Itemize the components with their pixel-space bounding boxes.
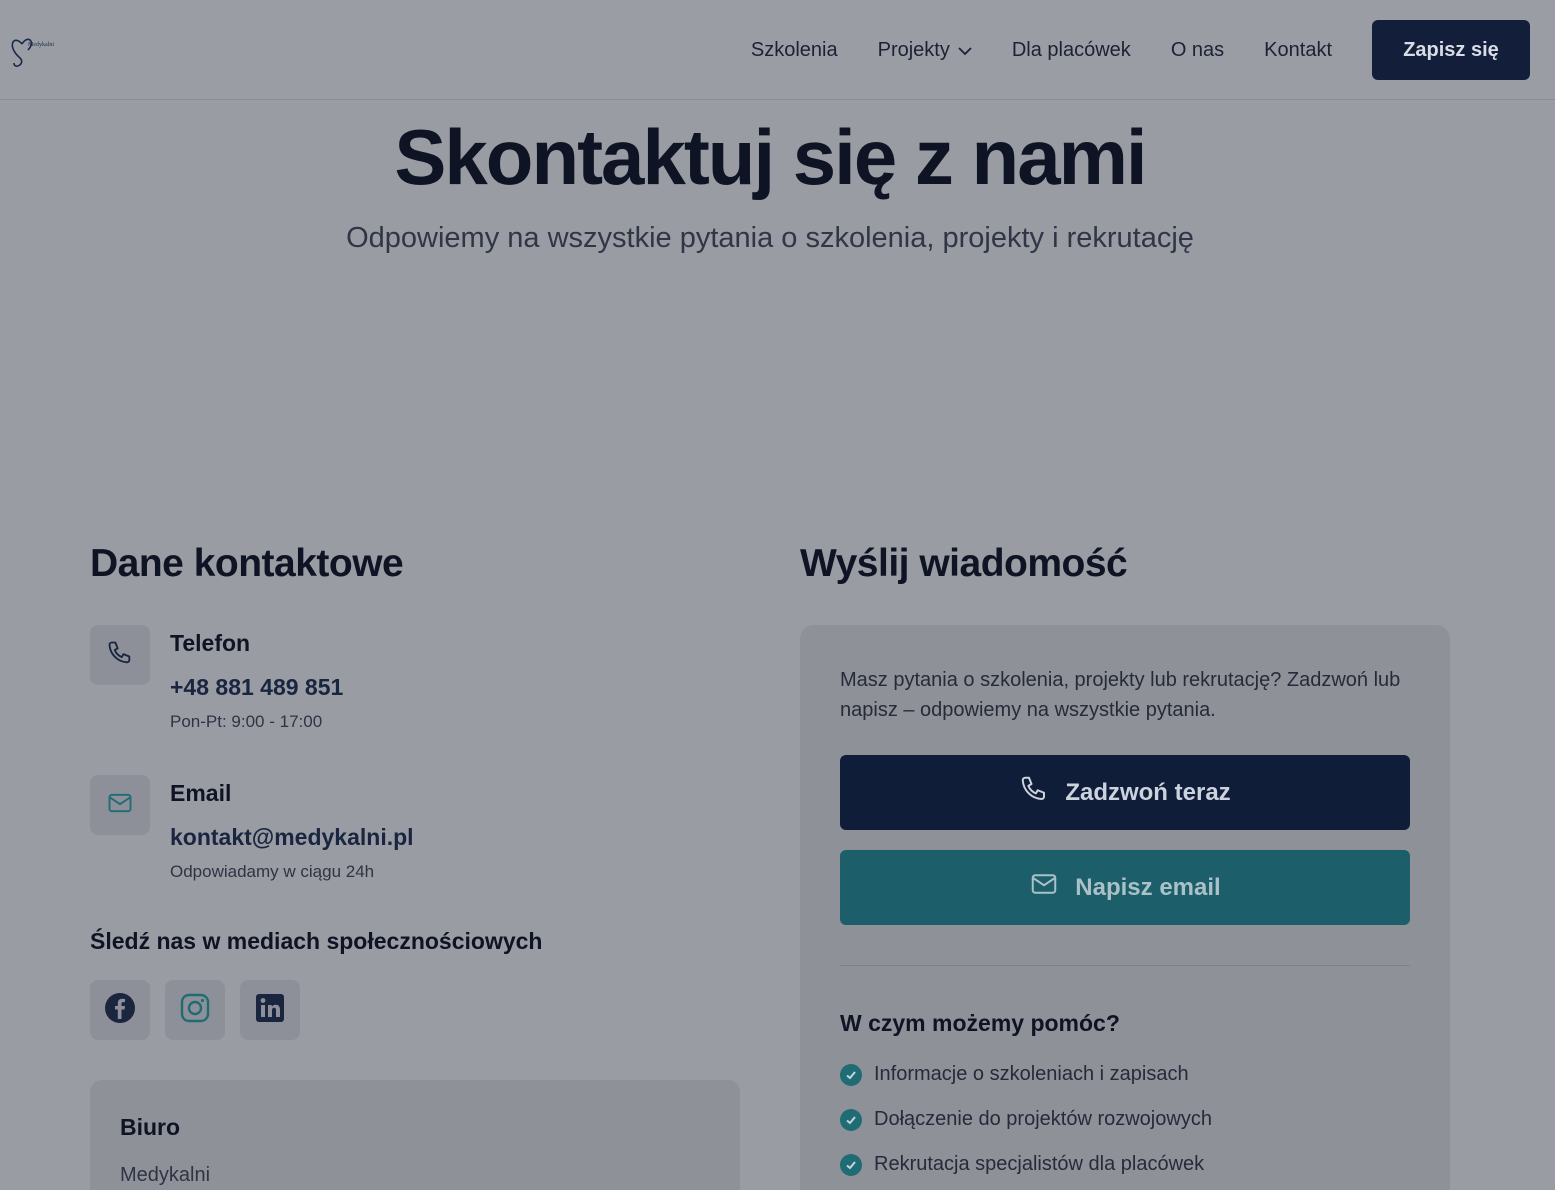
office-title: Biuro xyxy=(120,1114,181,1140)
phone-icon-box xyxy=(90,625,150,685)
contact-section-title: Dane kontaktowe xyxy=(90,542,404,585)
linkedin-icon xyxy=(254,992,286,1029)
help-item-label: Dołączenie do projektów rozwojowych xyxy=(874,1108,1212,1130)
call-now-button[interactable]: Zadzwoń teraz xyxy=(840,755,1410,830)
email-link[interactable]: kontakt@medykalni.pl xyxy=(170,824,414,851)
phone-label: Telefon xyxy=(170,630,251,656)
help-item-label: Rekrutacja specjalistów dla placówek xyxy=(874,1153,1205,1175)
write-email-button[interactable]: Napisz email xyxy=(840,850,1410,925)
mail-icon xyxy=(106,789,134,822)
facebook-button[interactable] xyxy=(90,980,150,1040)
chevron-down-icon xyxy=(958,39,972,62)
help-list-item: Rekrutacja specjalistów dla placówek xyxy=(840,1153,1204,1176)
medykalni-logo[interactable]: Medykalni xyxy=(8,30,72,70)
check-icon xyxy=(840,1153,862,1176)
message-intro: Masz pytania o szkolenia, projekty lub r… xyxy=(840,669,1401,721)
social-title: Śledź nas w mediach społecznościowych xyxy=(90,928,543,954)
help-item-label: Informacje o szkoleniach i zapisach xyxy=(874,1063,1189,1085)
page-title: Skontaktuj się z nami xyxy=(394,113,1147,201)
nav-dla-placowek[interactable]: Dla placówek xyxy=(1012,39,1131,62)
help-list-item: Dołączenie do projektów rozwojowych xyxy=(840,1108,1212,1131)
help-title: W czym możemy pomóc? xyxy=(840,1010,1120,1036)
office-card: Biuro Medykalni xyxy=(90,1080,740,1190)
linkedin-button[interactable] xyxy=(240,980,300,1040)
phone-link[interactable]: +48 881 489 851 xyxy=(170,674,343,701)
nav-o-nas[interactable]: O nas xyxy=(1171,39,1224,62)
nav-projekty[interactable]: Projekty xyxy=(878,39,972,62)
facebook-icon xyxy=(104,992,136,1029)
phone-hours: Pon-Pt: 9:00 - 17:00 xyxy=(170,712,323,731)
instagram-button[interactable] xyxy=(165,980,225,1040)
nav-szkolenia[interactable]: Szkolenia xyxy=(751,39,838,62)
help-list-item: Informacje o szkoleniach i zapisach xyxy=(840,1063,1189,1086)
email-label: Email xyxy=(170,780,232,806)
nav-kontakt[interactable]: Kontakt xyxy=(1264,39,1332,62)
svg-text:Medykalni: Medykalni xyxy=(28,42,54,48)
email-icon-box xyxy=(90,775,150,835)
signup-button[interactable]: Zapisz się xyxy=(1372,20,1530,80)
message-section-title: Wyślij wiadomość xyxy=(800,542,1128,585)
page-subtitle: Odpowiemy na wszystkie pytania o szkolen… xyxy=(346,222,1194,254)
main-nav: Szkolenia Projekty Dla placówek O nas Ko… xyxy=(751,20,1530,80)
check-icon xyxy=(840,1108,862,1131)
nav-projekty-label: Projekty xyxy=(877,38,950,61)
instagram-icon xyxy=(179,992,211,1029)
office-name: Medykalni xyxy=(120,1164,211,1186)
write-email-label: Napisz email xyxy=(1075,873,1221,901)
message-card: Masz pytania o szkolenia, projekty lub r… xyxy=(800,625,1450,1190)
phone-icon xyxy=(106,639,134,672)
phone-icon xyxy=(1019,774,1049,811)
call-now-label: Zadzwoń teraz xyxy=(1065,778,1231,806)
email-response-note: Odpowiadamy w ciągu 24h xyxy=(170,862,375,881)
divider xyxy=(840,965,1410,966)
check-icon xyxy=(840,1063,862,1086)
site-header: Medykalni Szkolenia Projekty Dla placówe… xyxy=(0,0,1555,100)
mail-icon xyxy=(1029,869,1059,906)
